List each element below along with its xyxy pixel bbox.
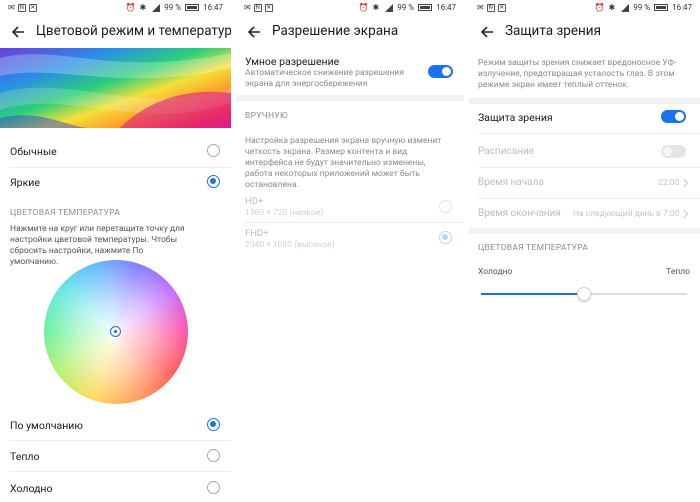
clock: 16:47 bbox=[672, 3, 692, 12]
battery-percent: 99 % bbox=[164, 3, 182, 12]
mode-normal-radio[interactable] bbox=[207, 144, 220, 157]
mode-vivid-label: Яркие bbox=[10, 176, 40, 189]
app-notification-icon: ✕ bbox=[264, 3, 273, 12]
end-time-value[interactable]: На следующий день в 7:00 bbox=[573, 209, 679, 220]
bluetooth-icon: ✱ bbox=[139, 3, 147, 12]
preset-cold-radio[interactable] bbox=[207, 481, 220, 494]
battery-icon bbox=[654, 4, 669, 11]
eye-comfort-screen: ✉ N ✕ ⏰ ✱ 99 % 16:47 Защита зрения Режим… bbox=[469, 0, 700, 502]
section-gap bbox=[469, 228, 700, 234]
app-notification-icon: N bbox=[17, 3, 26, 12]
bluetooth-icon: ✱ bbox=[372, 3, 380, 12]
alarm-icon: ⏰ bbox=[594, 3, 605, 12]
preset-warm-label: Тепло bbox=[10, 450, 40, 463]
manual-desc: Настройка разрешения экрана вручную изме… bbox=[245, 136, 442, 190]
end-time-label: Время окончания bbox=[478, 208, 561, 219]
app-notification-icon: N bbox=[253, 3, 262, 12]
smart-resolution-toggle[interactable] bbox=[428, 65, 453, 78]
status-left-icons: ✉ N ✕ bbox=[244, 3, 273, 12]
divider bbox=[245, 222, 464, 223]
section-manual: ВРУЧНУЮ bbox=[245, 111, 288, 121]
section-color-temperature: ЦВЕТОВАЯ ТЕМПЕРАТУРА bbox=[478, 243, 589, 253]
signal-icon bbox=[150, 3, 161, 12]
temp-cold-label: Холодно bbox=[478, 267, 513, 277]
rainbow-wallpaper-banner bbox=[0, 48, 231, 128]
preset-warm-radio[interactable] bbox=[207, 449, 220, 462]
section-gap bbox=[469, 98, 700, 104]
back-arrow-icon[interactable] bbox=[10, 24, 26, 40]
schedule-toggle[interactable] bbox=[661, 145, 686, 158]
divider bbox=[478, 167, 700, 168]
start-time-value[interactable]: 22:00 bbox=[658, 178, 679, 189]
alarm-icon: ⏰ bbox=[358, 3, 369, 12]
divider bbox=[478, 198, 700, 199]
battery-percent: 99 % bbox=[633, 3, 651, 12]
battery-percent: 99 % bbox=[397, 3, 415, 12]
divider bbox=[10, 167, 231, 168]
preset-default-radio[interactable] bbox=[207, 418, 220, 431]
divider bbox=[10, 440, 231, 441]
temperature-slider-fill bbox=[481, 293, 584, 295]
eye-comfort-desc: Режим защиты зрения снижает вредоносное … bbox=[478, 58, 677, 90]
app-bar: Цветовой режим и температура bbox=[0, 16, 231, 50]
app-notification-icon: N bbox=[486, 3, 495, 12]
mode-vivid-radio[interactable] bbox=[207, 175, 220, 188]
divider bbox=[478, 133, 700, 134]
status-right-icons: ⏰ ✱ 99 % 16:47 bbox=[126, 3, 223, 12]
section-color-temperature: ЦВЕТОВАЯ ТЕМПЕРАТУРА bbox=[10, 208, 121, 218]
smart-resolution-label: Умное разрешение bbox=[245, 55, 340, 68]
back-arrow-icon[interactable] bbox=[246, 24, 262, 40]
smart-resolution-desc: Автоматическое снижение разрешения экран… bbox=[245, 68, 404, 89]
schedule-label: Расписание bbox=[478, 146, 534, 157]
preset-cold-label: Холодно bbox=[10, 482, 53, 495]
signal-icon bbox=[619, 3, 630, 12]
page-title: Разрешение экрана bbox=[272, 23, 399, 39]
temperature-slider-knob[interactable] bbox=[577, 287, 591, 301]
signal-icon bbox=[383, 3, 394, 12]
fhd-option-radio[interactable] bbox=[439, 231, 452, 244]
notification-icon: ✉ bbox=[244, 3, 251, 12]
preset-default-label: По умолчанию bbox=[10, 419, 83, 432]
hd-option-sub: 1560 × 720 (низкое) bbox=[245, 208, 324, 218]
divider bbox=[10, 471, 231, 472]
hd-option-label: HD+ bbox=[245, 196, 264, 207]
status-left-icons: ✉ N ✕ bbox=[477, 3, 506, 12]
notification-icon: ✉ bbox=[8, 3, 15, 12]
app-bar: Разрешение экрана bbox=[236, 16, 464, 50]
status-right-icons: ⏰ ✱ 99 % 16:47 bbox=[595, 3, 692, 12]
bluetooth-icon: ✱ bbox=[608, 3, 616, 12]
start-time-label: Время начала bbox=[478, 177, 544, 188]
battery-icon bbox=[418, 4, 433, 11]
status-left-icons: ✉ N ✕ bbox=[8, 3, 37, 12]
mode-normal-label: Обычные bbox=[10, 145, 57, 158]
app-bar: Защита зрения bbox=[469, 16, 700, 50]
page-title: Цветовой режим и температура bbox=[36, 23, 231, 39]
fhd-option-sub: 2340 × 1080 (высокое) bbox=[245, 240, 335, 250]
screenshot-collage: ✉ N ✕ ⏰ ✱ 99 % 16:47 Цветовой режим и те… bbox=[0, 0, 700, 502]
page-title: Защита зрения bbox=[505, 23, 601, 39]
eye-protection-label: Защита зрения bbox=[478, 111, 553, 124]
chevron-right-icon bbox=[679, 209, 689, 219]
clock: 16:47 bbox=[203, 3, 223, 12]
battery-icon bbox=[185, 4, 200, 11]
eye-protection-toggle[interactable] bbox=[661, 110, 686, 123]
section-gap bbox=[236, 95, 464, 101]
fhd-option-label: FHD+ bbox=[245, 228, 269, 239]
color-mode-screen: ✉ N ✕ ⏰ ✱ 99 % 16:47 Цветовой режим и те… bbox=[0, 0, 231, 502]
status-bar: ✉ N ✕ ⏰ ✱ 99 % 16:47 bbox=[469, 0, 700, 16]
clock: 16:47 bbox=[436, 3, 456, 12]
status-bar: ✉ N ✕ ⏰ ✱ 99 % 16:47 bbox=[236, 0, 464, 16]
notification-icon: ✉ bbox=[477, 3, 484, 12]
color-wheel-handle[interactable] bbox=[110, 326, 121, 337]
chevron-right-icon bbox=[679, 178, 689, 188]
app-notification-icon: ✕ bbox=[28, 3, 37, 12]
status-bar: ✉ N ✕ ⏰ ✱ 99 % 16:47 bbox=[0, 0, 231, 16]
screen-resolution-screen: ✉ N ✕ ⏰ ✱ 99 % 16:47 Разрешение экрана У… bbox=[236, 0, 464, 502]
app-notification-icon: ✕ bbox=[497, 3, 506, 12]
hd-option-radio[interactable] bbox=[439, 200, 452, 213]
status-right-icons: ⏰ ✱ 99 % 16:47 bbox=[359, 3, 456, 12]
temp-warm-label: Тепло bbox=[666, 267, 690, 277]
alarm-icon: ⏰ bbox=[125, 3, 136, 12]
back-arrow-icon[interactable] bbox=[479, 24, 495, 40]
